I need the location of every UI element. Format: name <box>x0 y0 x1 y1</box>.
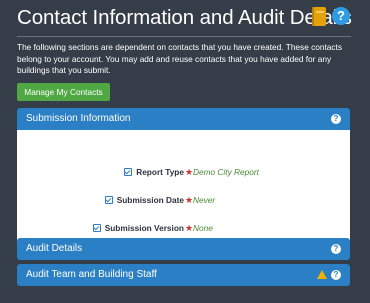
field-label: Submission Version <box>92 222 184 234</box>
manage-my-contacts-button[interactable]: Manage My Contacts <box>17 83 110 101</box>
field-row-submission-version: Submission Version ★ None <box>17 222 350 234</box>
check-icon <box>124 168 133 176</box>
panel-title: Submission Information <box>26 113 131 124</box>
help-icon[interactable]: ? <box>332 7 350 25</box>
warning-icon <box>317 270 327 279</box>
field-label: Submission Date <box>104 194 184 206</box>
submission-information-panel: Submission Information ? Report Type ★ D… <box>17 108 350 244</box>
help-icon[interactable]: ? <box>331 270 341 280</box>
submission-information-body: Report Type ★ Demo City Report Submissio… <box>17 130 350 244</box>
page: Contact Information and Audit Details ? … <box>17 0 352 286</box>
field-label: Report Type <box>124 166 184 178</box>
check-icon <box>104 196 113 204</box>
panel-title: Audit Team and Building Staff <box>26 269 157 280</box>
check-icon <box>92 224 101 232</box>
field-row-report-type: Report Type ★ Demo City Report <box>17 166 350 178</box>
audit-team-panel: Audit Team and Building Staff ? <box>17 264 350 286</box>
required-star-icon: ★ <box>185 223 194 233</box>
submission-date-value[interactable]: Never <box>193 194 215 206</box>
panel-title: Audit Details <box>26 243 83 254</box>
required-star-icon: ★ <box>185 195 194 205</box>
field-row-submission-date: Submission Date ★ Never <box>17 194 350 206</box>
page-header: Contact Information and Audit Details ? <box>17 2 352 37</box>
audit-details-panel: Audit Details ? <box>17 238 350 260</box>
submission-information-header[interactable]: Submission Information ? <box>17 108 350 130</box>
audit-team-header[interactable]: Audit Team and Building Staff ? <box>17 264 350 286</box>
submission-version-value[interactable]: None <box>193 222 213 234</box>
book-icon[interactable] <box>312 7 326 26</box>
help-icon[interactable]: ? <box>331 244 341 254</box>
required-star-icon: ★ <box>185 167 194 177</box>
page-title: Contact Information and Audit Details <box>17 6 352 29</box>
intro-text: The following sections are dependent on … <box>17 42 343 75</box>
report-type-value[interactable]: Demo City Report <box>193 166 259 178</box>
audit-details-header[interactable]: Audit Details ? <box>17 238 350 260</box>
help-icon[interactable]: ? <box>331 114 341 124</box>
